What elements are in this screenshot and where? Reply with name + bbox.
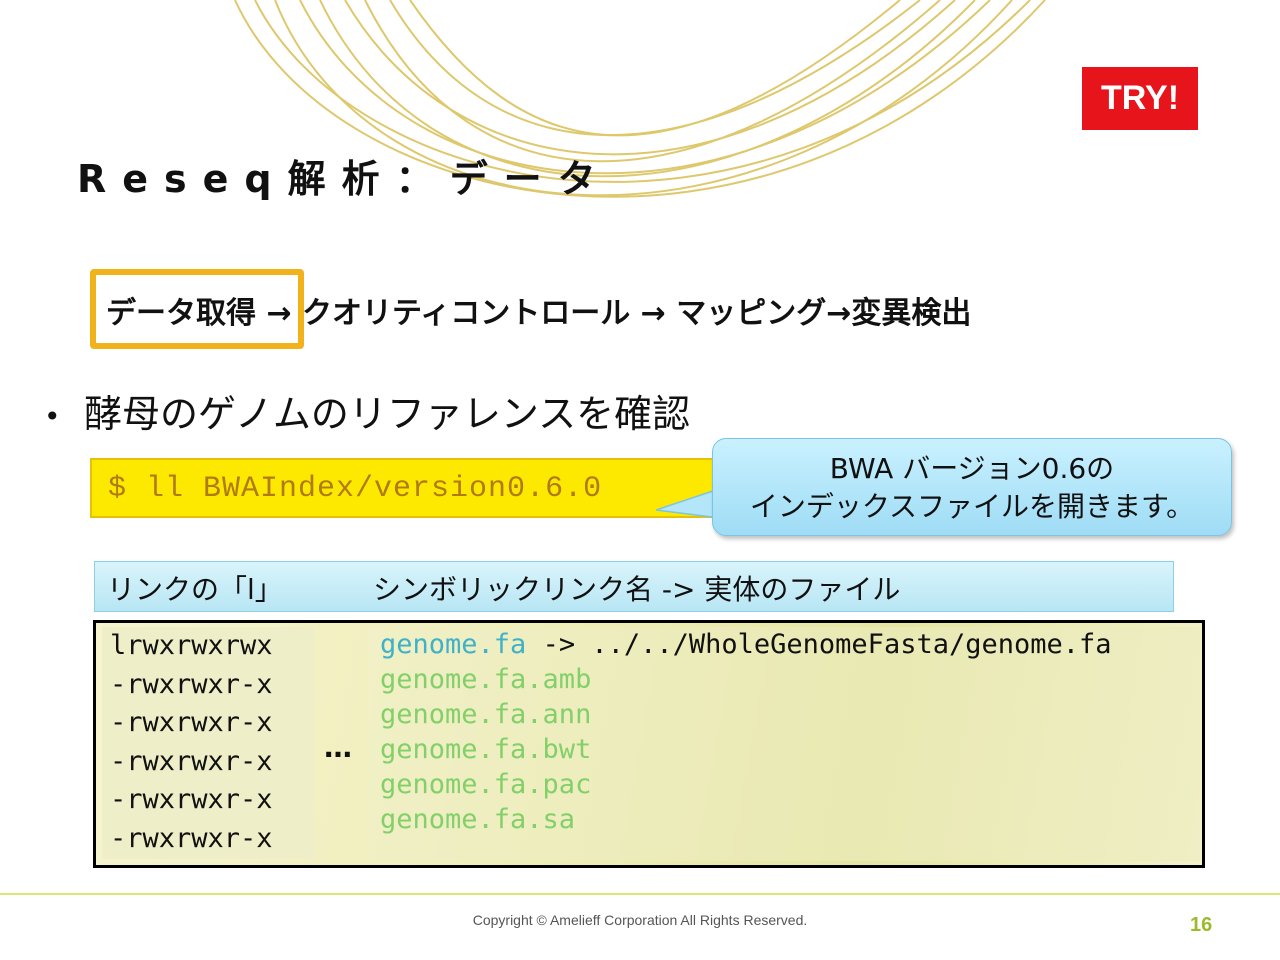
caption-link-marker: リンクの「l」 <box>107 573 283 606</box>
workflow-current-step: データ取得 <box>106 296 256 331</box>
permission-entry: lrwxrwxrwx <box>110 630 273 661</box>
footer-divider <box>0 893 1280 895</box>
copyright-notice: Copyright © Amelieff Corporation All Rig… <box>472 912 808 928</box>
try-badge: TRY! <box>1082 67 1198 130</box>
bullet-item: • 酵母のゲノムのリファレンスを確認 <box>44 383 690 438</box>
file-entry: genome.fa.sa <box>380 804 576 835</box>
workflow-steps: データ取得 → クオリティコントロール → マッピング→変異検出 <box>106 288 971 332</box>
file-entry: genome.fa.bwt <box>380 734 592 765</box>
callout-bubble: BWA バージョン0.6の インデックスファイルを開きます。 <box>712 438 1232 536</box>
bullet-marker: • <box>44 400 61 433</box>
file-entry: genome.fa -> ../../WholeGenomeFasta/geno… <box>368 627 1200 662</box>
file-entry: genome.fa.amb <box>380 664 592 695</box>
permission-entry: -rwxrwxr-x <box>110 668 273 700</box>
bullet-text: 酵母のゲノムのリファレンスを確認 <box>84 392 691 436</box>
command-box: $ ll BWAIndex/version0.6.0 <box>90 458 720 518</box>
slide-title: Reseq解析：データ <box>77 157 612 201</box>
permission-entry: -rwxrwxr-x <box>110 784 273 816</box>
file-entry: genome.fa.pac <box>380 769 592 800</box>
callout-line-2: インデックスファイルを開きます。 <box>749 490 1195 523</box>
symlink-target: -> ../../WholeGenomeFasta/genome.fa <box>542 629 1112 660</box>
symlink-name: genome.fa <box>380 629 527 660</box>
command-text: $ ll BWAIndex/version0.6.0 <box>108 472 603 506</box>
workflow-remaining-steps: → クオリティコントロール → マッピング→変異検出 <box>256 296 972 331</box>
page-number: 16 <box>1190 914 1213 936</box>
file-entry: genome.fa.ann <box>380 699 592 730</box>
permission-entry: -rwxrwxr-x <box>110 707 273 739</box>
caption-symlink-desc: シンボリックリンク名 -> 実体のファイル <box>373 573 901 606</box>
permission-entry: -rwxrwxr-x <box>110 745 273 777</box>
filenames-column: genome.fa -> ../../WholeGenomeFasta/geno… <box>368 627 1200 861</box>
permissions-column: lrwxrwxrwx -rwxrwxr-x -rwxrwxr-x -rwxrwx… <box>102 627 314 859</box>
omitted-columns-ellipsis: … <box>324 731 352 764</box>
callout-line-1: BWA バージョン0.6の <box>829 452 1115 485</box>
listing-caption: リンクの「l」 シンボリックリンク名 -> 実体のファイル <box>94 561 1174 612</box>
directory-listing: lrwxrwxrwx -rwxrwxr-x -rwxrwxr-x -rwxrwx… <box>93 620 1205 868</box>
permission-entry: -rwxrwxr-x <box>110 822 273 854</box>
